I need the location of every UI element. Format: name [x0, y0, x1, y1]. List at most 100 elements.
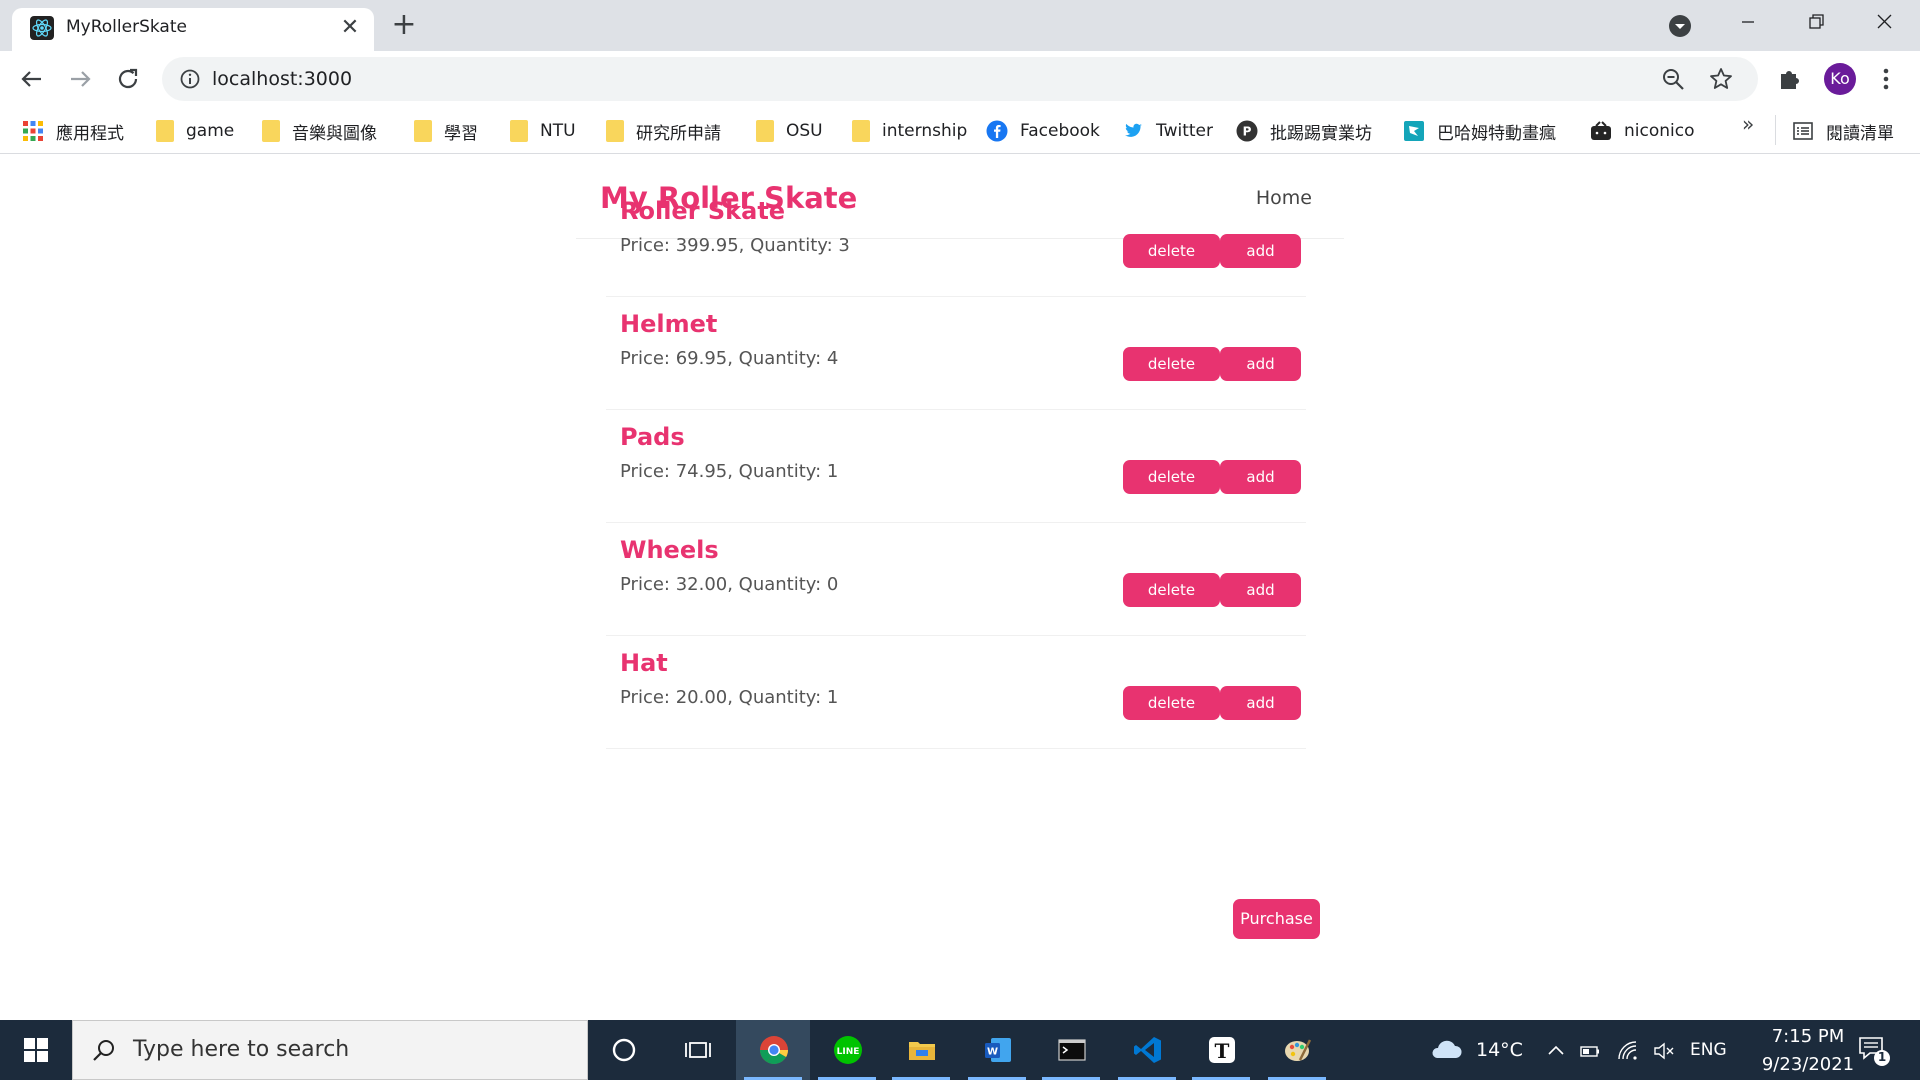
- input-language[interactable]: ENG: [1690, 1040, 1727, 1060]
- restore-icon[interactable]: [1796, 6, 1836, 38]
- product-item: Roller Skate Price: 399.95, Quantity: 3 …: [606, 184, 1306, 297]
- taskbar-app-file-explorer[interactable]: [884, 1020, 958, 1080]
- browser-toolbar: localhost:3000 Ko: [0, 51, 1920, 107]
- add-item-button[interactable]: add Item: [1220, 460, 1301, 520]
- tab-search-icon[interactable]: [1666, 12, 1694, 40]
- bookmark-label: game: [186, 121, 235, 141]
- folder-icon: [852, 120, 870, 142]
- bookmark-item[interactable]: P 批踢踢實業坊: [1236, 116, 1372, 146]
- add-item-button[interactable]: add Item: [1220, 347, 1301, 407]
- bookmark-item[interactable]: 巴哈姆特動畫瘋: [1403, 116, 1556, 146]
- ptt-icon: P: [1236, 120, 1258, 142]
- folder-icon: [510, 120, 528, 142]
- back-arrow-icon[interactable]: [16, 63, 48, 95]
- svg-text:T: T: [1215, 1039, 1230, 1063]
- facebook-icon: [986, 120, 1008, 142]
- bookmark-item[interactable]: 音樂與圖像: [262, 116, 377, 146]
- bookmark-label: 應用程式: [56, 123, 124, 144]
- window-close-icon[interactable]: [1864, 6, 1904, 38]
- delete-item-button[interactable]: delete Item: [1123, 347, 1220, 407]
- taskbar-app-chrome[interactable]: [736, 1020, 810, 1080]
- wifi-icon[interactable]: [1616, 1039, 1640, 1063]
- taskbar-app-word[interactable]: W: [960, 1020, 1034, 1080]
- reading-list-button[interactable]: 閱讀清單: [1792, 116, 1894, 146]
- apps-grid-icon: [22, 120, 44, 142]
- zoom-icon[interactable]: [1660, 66, 1686, 92]
- taskbar-app-typora[interactable]: T: [1184, 1020, 1258, 1080]
- bookmark-label: 批踢踢實業坊: [1270, 123, 1372, 144]
- bookmark-label: internship: [882, 121, 968, 141]
- cortana-circle-icon: [612, 1038, 636, 1062]
- kebab-menu-icon[interactable]: [1876, 63, 1896, 95]
- folder-icon: [606, 120, 624, 142]
- profile-avatar[interactable]: Ko: [1824, 63, 1856, 95]
- minimize-icon[interactable]: [1728, 6, 1768, 38]
- taskbar-app-vscode[interactable]: [1110, 1020, 1184, 1080]
- add-item-button[interactable]: add Item: [1220, 234, 1301, 294]
- file-explorer-folder-icon: [909, 1042, 935, 1060]
- svg-text:W: W: [987, 1047, 998, 1058]
- bookmark-item[interactable]: NTU: [510, 116, 576, 146]
- bookmark-item[interactable]: game: [156, 116, 234, 146]
- bookmark-item[interactable]: internship: [852, 116, 967, 146]
- delete-item-button[interactable]: delete Item: [1123, 686, 1220, 746]
- add-item-button[interactable]: add Item: [1220, 573, 1301, 633]
- product-name: Roller Skate: [620, 197, 786, 225]
- bookmark-label: Facebook: [1020, 121, 1100, 141]
- tab-close-icon[interactable]: ✕: [336, 14, 364, 42]
- niconico-icon: [1590, 120, 1612, 142]
- extensions-puzzle-icon[interactable]: [1776, 64, 1806, 94]
- taskbar-search-box[interactable]: Type here to search: [72, 1020, 588, 1080]
- bookmark-label: 研究所申請: [636, 123, 721, 144]
- task-view-icon: [685, 1042, 711, 1058]
- taskbar-app-line[interactable]: LINE: [810, 1020, 884, 1080]
- bookmark-item[interactable]: Twitter: [1122, 116, 1213, 146]
- bookmark-item[interactable]: 研究所申請: [606, 116, 721, 146]
- clock-time[interactable]: 7:15 PM: [1758, 1026, 1858, 1047]
- svg-text:P: P: [1243, 125, 1252, 139]
- paint-palette-icon: [1285, 1039, 1312, 1061]
- forward-arrow-icon[interactable]: [64, 63, 96, 95]
- add-item-button[interactable]: add Item: [1220, 686, 1301, 746]
- cortana-button[interactable]: [586, 1020, 660, 1080]
- purchase-button[interactable]: Purchase: [1233, 899, 1320, 939]
- bookmark-label: NTU: [540, 121, 576, 141]
- bookmark-label: 巴哈姆特動畫瘋: [1437, 123, 1556, 144]
- address-bar[interactable]: localhost:3000: [162, 57, 1758, 101]
- start-button[interactable]: [0, 1020, 72, 1080]
- weather-cloud-icon[interactable]: [1428, 1036, 1464, 1062]
- twitter-icon: [1122, 120, 1144, 142]
- bookmark-item[interactable]: OSU: [756, 116, 823, 146]
- bookmark-item[interactable]: 學習: [414, 116, 478, 146]
- delete-item-button[interactable]: delete Item: [1123, 234, 1220, 294]
- bookmarks-overflow-chevron[interactable]: »: [1742, 112, 1754, 136]
- bookmark-star-icon[interactable]: [1708, 66, 1734, 92]
- weather-temperature[interactable]: 14°C: [1476, 1039, 1523, 1061]
- new-tab-button[interactable]: +: [388, 10, 420, 42]
- product-price-quantity: Price: 69.95, Quantity: 4: [620, 348, 839, 369]
- product-price-quantity: Price: 20.00, Quantity: 1: [620, 687, 839, 708]
- bahamut-icon: [1403, 120, 1425, 142]
- reading-list-label: 閱讀清單: [1826, 123, 1894, 144]
- delete-item-button[interactable]: delete Item: [1123, 573, 1220, 633]
- search-icon: [93, 1040, 114, 1061]
- show-hidden-icons-chevron-icon[interactable]: [1544, 1039, 1568, 1063]
- bookmark-item[interactable]: Facebook: [986, 116, 1100, 146]
- taskbar-app-paint[interactable]: [1260, 1020, 1334, 1080]
- battery-icon[interactable]: [1578, 1039, 1602, 1063]
- windows-taskbar: Type here to search LINE W T 14°C ENG 7:…: [0, 1020, 1920, 1080]
- bookmark-item[interactable]: niconico: [1590, 116, 1695, 146]
- browser-tab[interactable]: MyRollerSkate ✕: [12, 8, 374, 51]
- browser-tab-strip: MyRollerSkate ✕ +: [0, 0, 1920, 51]
- volume-muted-icon[interactable]: [1652, 1039, 1676, 1063]
- reading-list-icon: [1792, 120, 1814, 142]
- action-center-button[interactable]: 1: [1856, 1032, 1892, 1068]
- folder-icon: [756, 120, 774, 142]
- task-view-button[interactable]: [660, 1020, 734, 1080]
- delete-item-button[interactable]: delete Item: [1123, 460, 1220, 520]
- site-info-icon[interactable]: [178, 67, 202, 91]
- bookmark-apps[interactable]: 應用程式: [22, 116, 124, 146]
- reload-icon[interactable]: [112, 63, 144, 95]
- bookmark-label: OSU: [786, 121, 823, 141]
- taskbar-app-terminal[interactable]: [1034, 1020, 1108, 1080]
